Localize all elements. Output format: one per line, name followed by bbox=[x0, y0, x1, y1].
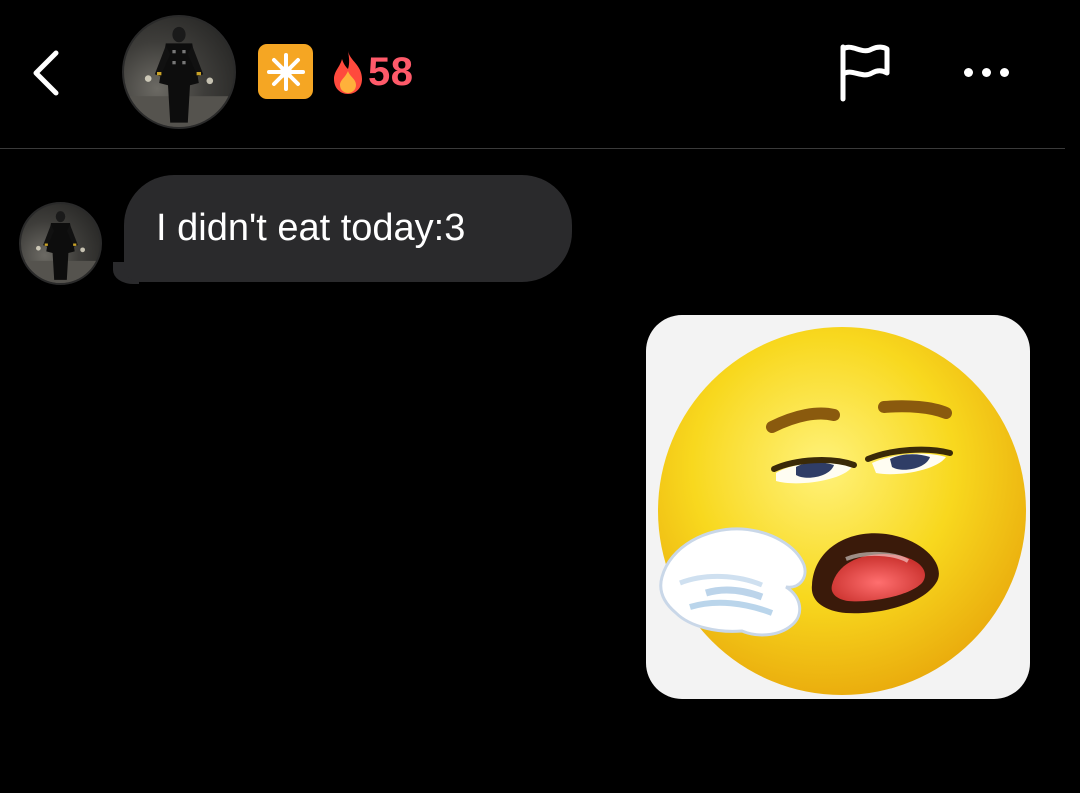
avatar-photo bbox=[124, 26, 234, 127]
yawning-face-sticker bbox=[658, 327, 1026, 695]
chevron-left-icon bbox=[33, 50, 59, 96]
streak-count: 58 bbox=[368, 49, 414, 94]
streak-indicator[interactable]: 58 bbox=[330, 44, 414, 100]
incoming-message-bubble[interactable]: I didn't eat today:3 bbox=[124, 175, 572, 282]
contact-avatar[interactable] bbox=[122, 15, 236, 129]
message-sender-avatar[interactable] bbox=[19, 202, 102, 285]
message-text: I didn't eat today:3 bbox=[156, 207, 466, 249]
back-button[interactable] bbox=[24, 46, 68, 100]
report-flag-button[interactable] bbox=[832, 40, 896, 104]
ellipsis-icon-dot bbox=[963, 67, 973, 77]
sparkle-badge[interactable] bbox=[258, 44, 313, 99]
fire-icon bbox=[334, 51, 362, 94]
ellipsis-icon-dot bbox=[981, 67, 991, 77]
sparkle-icon bbox=[266, 52, 305, 91]
flag-icon bbox=[840, 44, 890, 102]
avatar-photo bbox=[21, 211, 100, 283]
sticker-message[interactable] bbox=[646, 315, 1030, 699]
more-options-button[interactable] bbox=[950, 52, 1022, 92]
ellipsis-icon-dot bbox=[999, 67, 1009, 77]
chat-header: 58 bbox=[0, 0, 1065, 149]
